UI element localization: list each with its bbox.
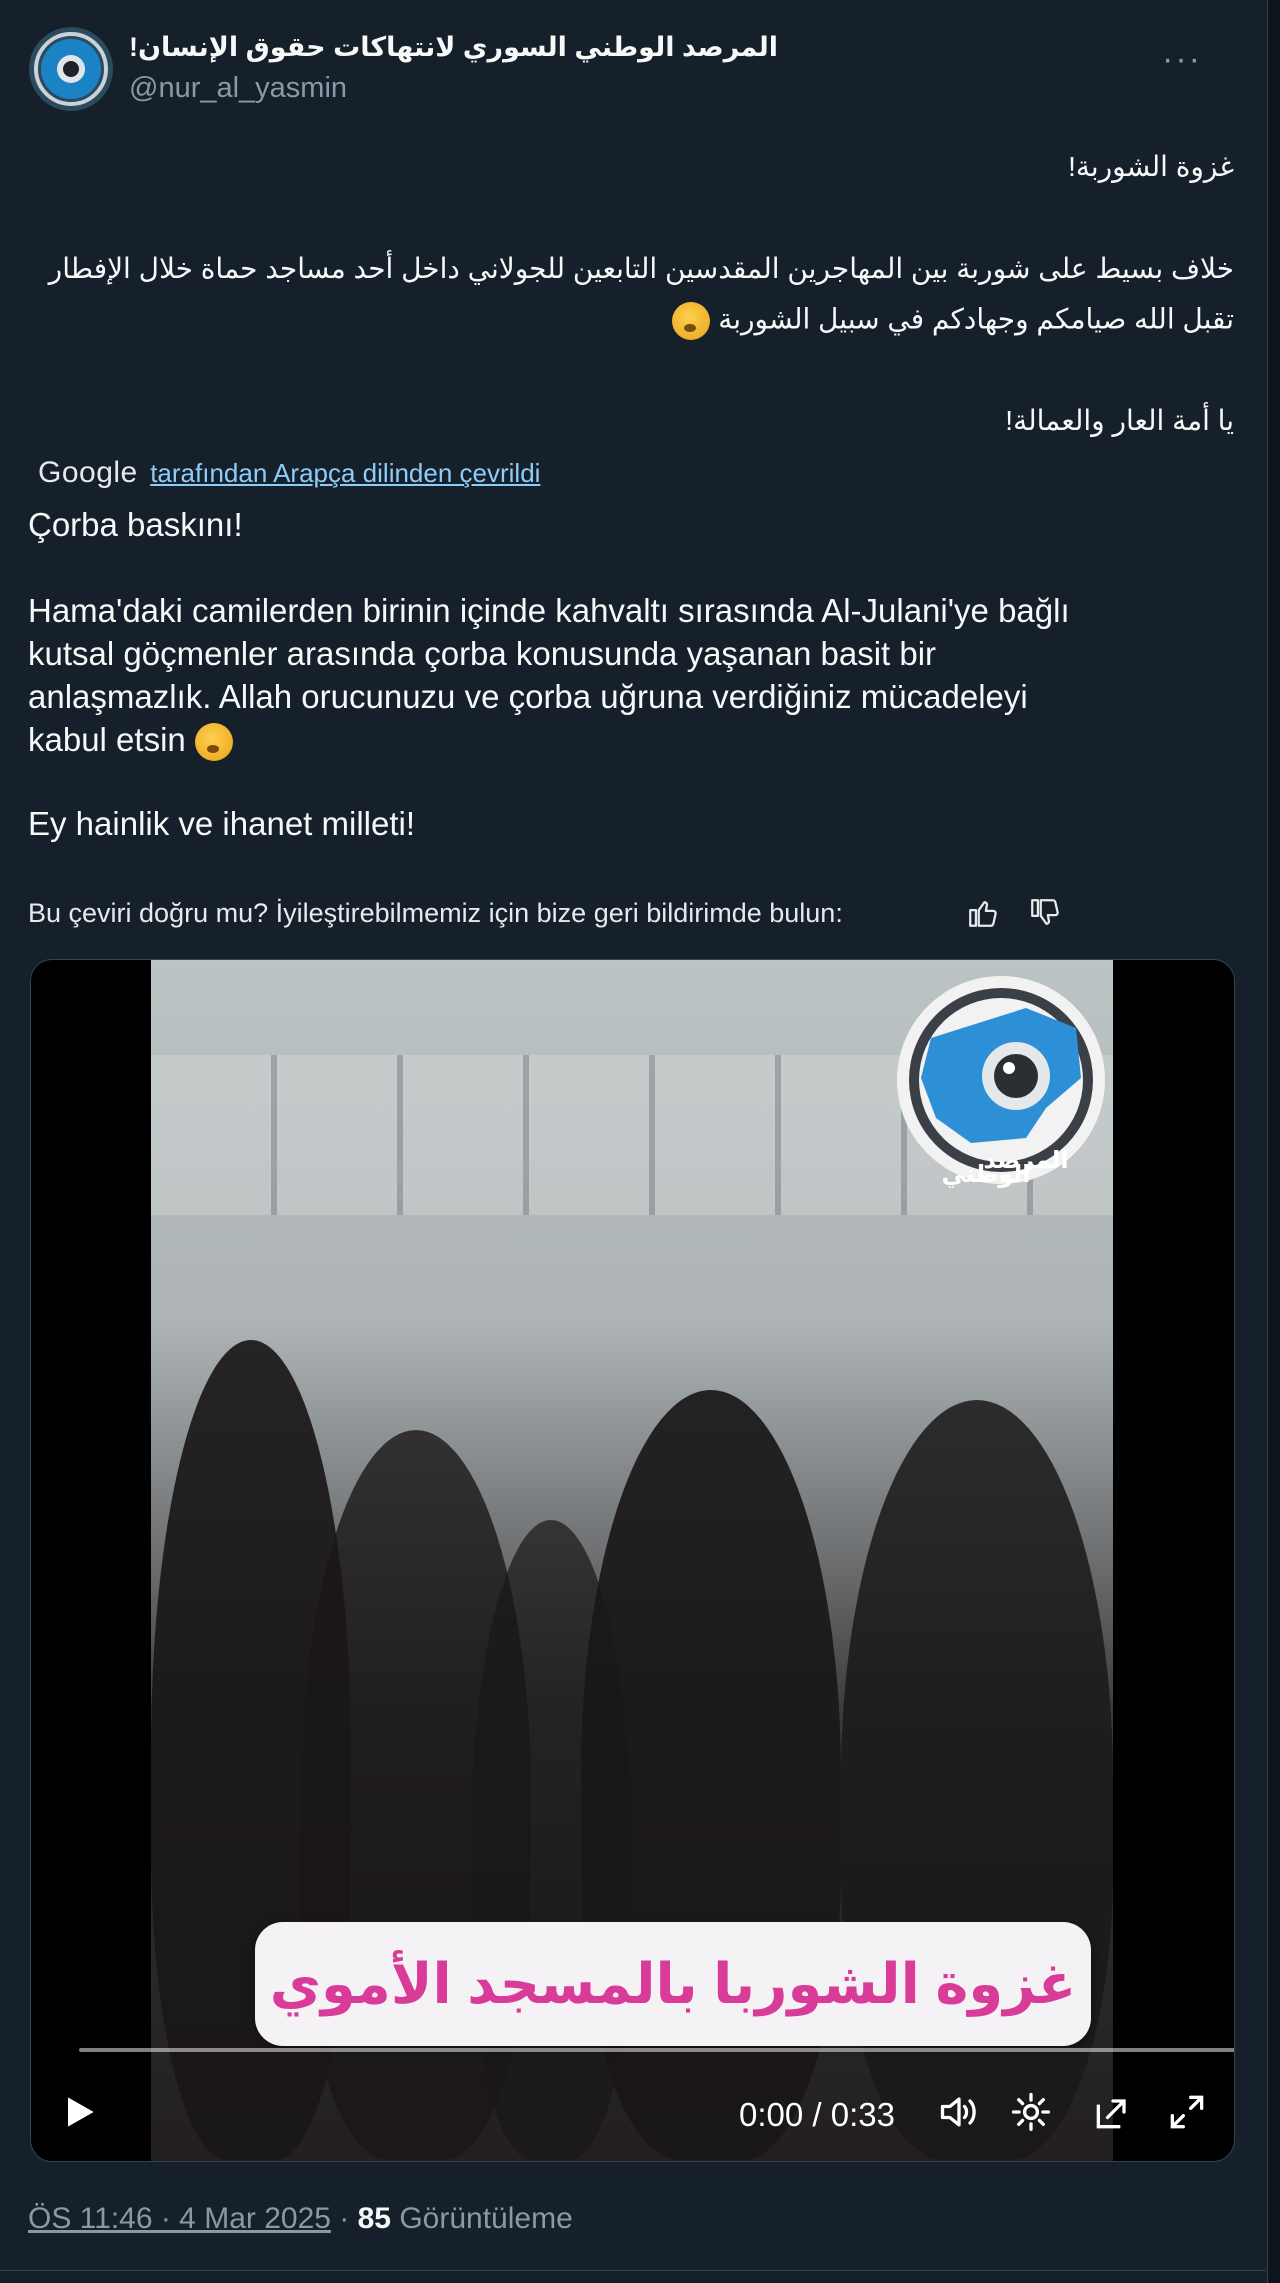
avatar[interactable]	[29, 27, 113, 111]
views-count: 85	[357, 2202, 391, 2235]
play-icon[interactable]	[57, 2090, 101, 2134]
yawning-face-emoji-icon	[194, 723, 233, 762]
original-text-line3: تقبل الله صيامكم وجهادكم في سبيل الشوربة	[718, 303, 1234, 335]
more-options-icon[interactable]: ···	[1162, 40, 1202, 79]
video-player[interactable]: المرصد الوطني غزوة الشوربا بالمسجد الأمو…	[30, 959, 1235, 2162]
translation-feedback-prompt: Bu çeviri doğru mu? İyileştirebilmemiz i…	[28, 898, 843, 928]
tweet-meta: ÖS 11:46 · 4 Mar 2025 · 85 Görüntüleme	[28, 2202, 573, 2236]
yawning-face-emoji-icon	[672, 302, 711, 340]
translation-source-link[interactable]: tarafından Arapça dilinden çevrildi	[150, 458, 540, 488]
video-crowd-shape	[841, 1400, 1113, 2160]
thumbs-down-icon[interactable]	[1028, 896, 1062, 930]
watermark-logo-text: الوطني	[942, 1160, 1031, 1188]
divider	[0, 2270, 1266, 2271]
original-text-line3-row: تقبل الله صيامكم وجهادكم في سبيل الشوربة	[672, 302, 1234, 340]
tweet-header: المرصد الوطني السوري لانتهاكات حقوق الإن…	[29, 24, 1229, 114]
video-controls: 0:00 / 0:33	[31, 2060, 1234, 2160]
video-time-display: 0:00 / 0:33	[739, 2096, 895, 2133]
translated-paragraph-2: Hama'daki camilerden birinin içinde kahv…	[28, 589, 1208, 762]
video-caption-banner: غزوة الشوربا بالمسجد الأموي	[255, 1922, 1091, 2046]
google-logo: Google	[38, 456, 138, 489]
settings-gear-icon[interactable]	[1009, 2090, 1053, 2134]
translated-line: anlaşmazlık. Allah orucunuzu ve çorba uğ…	[28, 678, 1028, 715]
video-caption-text: غزوة الشوربا بالمسجد الأموي	[269, 1952, 1077, 2015]
original-text-line2: خلاف بسيط على شوربة بين المهاجرين المقدس…	[48, 253, 1234, 284]
translated-line: kabul etsin	[28, 721, 186, 758]
video-progress-bar[interactable]	[79, 2048, 1234, 2052]
fullscreen-icon[interactable]	[1165, 2090, 1209, 2134]
user-handle[interactable]: @nur_al_yasmin	[129, 72, 347, 105]
tweet-timestamp-link[interactable]: ÖS 11:46 · 4 Mar 2025	[28, 2202, 331, 2235]
translated-paragraph-1: Çorba baskını!	[28, 506, 243, 543]
thumbs-up-icon[interactable]	[966, 896, 1000, 930]
timeline-border	[1267, 0, 1280, 2283]
translated-line: kutsal göçmenler arasında çorba konusund…	[28, 635, 937, 672]
original-text-line4: يا أمة العار والعمالة!	[1005, 405, 1234, 436]
picture-in-picture-icon[interactable]	[1091, 2090, 1135, 2134]
original-text-line1: غزوة الشوربة!	[1068, 151, 1234, 182]
translation-attribution: Google tarafından Arapça dilinden çevril…	[38, 456, 540, 492]
meta-separator: ·	[330, 2202, 358, 2235]
translated-line-last: kabul etsin	[28, 718, 1208, 762]
display-name[interactable]: المرصد الوطني السوري لانتهاكات حقوق الإن…	[129, 32, 778, 63]
watermark-logo: المرصد الوطني	[876, 968, 1136, 1188]
translated-line: Hama'daki camilerden birinin içinde kahv…	[28, 592, 1070, 629]
volume-icon[interactable]	[937, 2090, 981, 2134]
translated-paragraph-3: Ey hainlik ve ihanet milleti!	[28, 805, 416, 842]
views-label: Görüntüleme	[399, 2202, 573, 2235]
